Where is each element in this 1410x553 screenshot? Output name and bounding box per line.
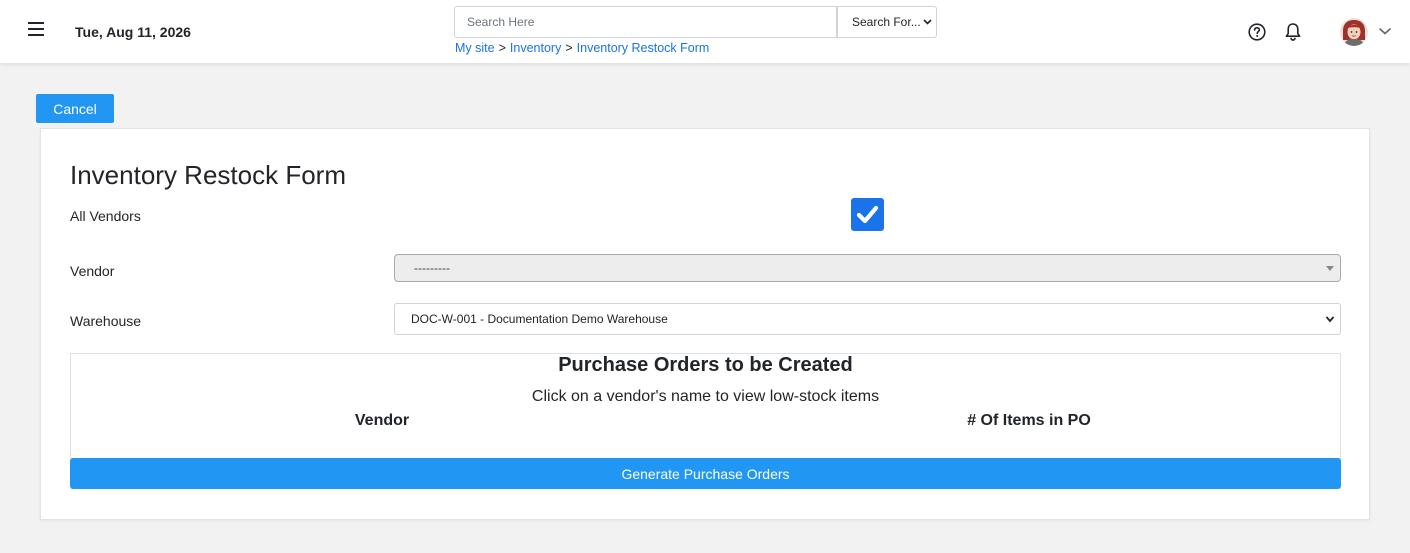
chevron-down-icon	[1325, 316, 1335, 323]
vendor-select-value: ---------	[414, 261, 450, 275]
chevron-down-icon	[923, 19, 932, 25]
cancel-button[interactable]: Cancel	[36, 94, 114, 123]
avatar[interactable]	[1340, 18, 1368, 46]
breadcrumb: My site > Inventory > Inventory Restock Form	[455, 41, 709, 55]
menu-icon[interactable]	[26, 22, 46, 40]
chevron-down-icon[interactable]	[1378, 26, 1392, 36]
column-header-items-in-po: # Of Items in PO	[967, 412, 1091, 429]
all-vendors-checkbox[interactable]	[851, 198, 884, 231]
help-icon[interactable]	[1248, 23, 1266, 41]
search-input[interactable]	[454, 6, 837, 38]
vendor-label: Vendor	[70, 263, 115, 279]
column-header-vendor: Vendor	[354, 412, 410, 429]
generate-purchase-orders-button[interactable]: Generate Purchase Orders	[70, 458, 1341, 489]
page-title: Inventory Restock Form	[70, 160, 346, 190]
checkmark-icon	[856, 205, 879, 224]
purchase-orders-subtitle: Click on a vendor's name to view low-sto…	[531, 388, 880, 405]
all-vendors-label: All Vendors	[70, 208, 141, 224]
breadcrumb-my-site[interactable]: My site	[455, 41, 495, 55]
search-for-select[interactable]: Search For...	[837, 6, 937, 38]
purchase-orders-table: Purchase Orders to be Created Click on a…	[70, 353, 1341, 459]
breadcrumb-separator: >	[565, 41, 573, 55]
search-for-value: Search For...	[852, 15, 921, 29]
breadcrumb-separator: >	[498, 41, 506, 55]
breadcrumb-restock-form[interactable]: Inventory Restock Form	[577, 41, 710, 55]
warehouse-select-value: DOC-W-001 - Documentation Demo Warehouse	[411, 312, 668, 326]
warehouse-select[interactable]: DOC-W-001 - Documentation Demo Warehouse	[394, 303, 1341, 335]
breadcrumb-inventory[interactable]: Inventory	[510, 41, 561, 55]
caret-down-icon	[1326, 266, 1334, 271]
current-date: Tue, Aug 11, 2026	[75, 24, 191, 40]
vendor-select[interactable]: ---------	[394, 254, 1341, 282]
bell-icon[interactable]	[1284, 22, 1302, 42]
warehouse-label: Warehouse	[70, 313, 142, 329]
top-bar: Tue, Aug 11, 2026 Search For... My site>…	[0, 0, 1410, 63]
purchase-orders-title: Purchase Orders to be Created	[558, 354, 853, 376]
restock-form-card: Inventory Restock Form All Vendors Vendo…	[40, 128, 1370, 520]
